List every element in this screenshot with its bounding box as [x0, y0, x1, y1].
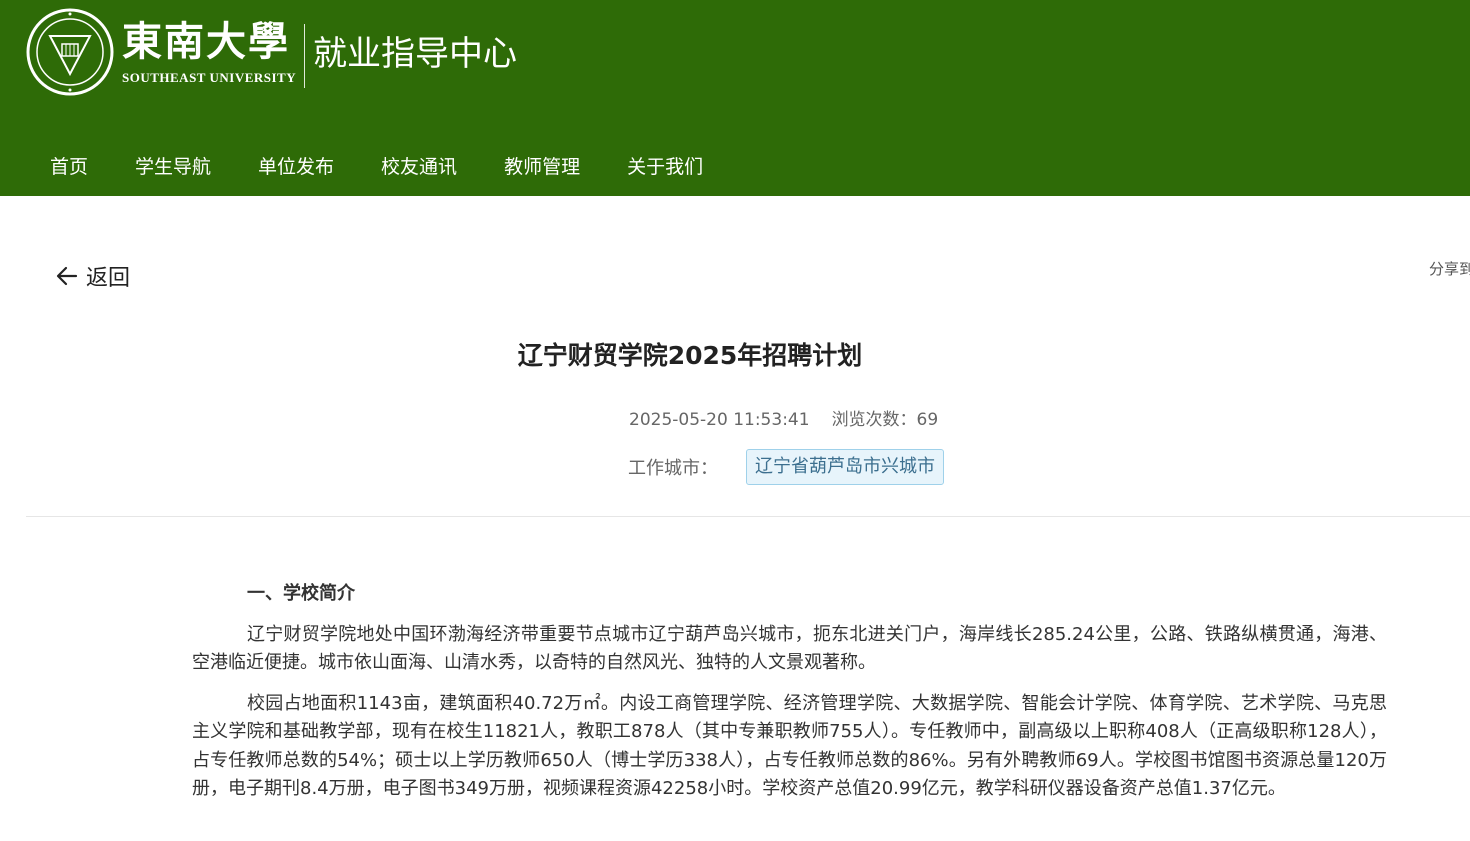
main-nav: 首页 学生导航 单位发布 校友通讯 教师管理 关于我们 — [50, 152, 750, 182]
paragraph-location: 辽宁财贸学院地处中国环渤海经济带重要节点城市辽宁葫芦岛兴城市，扼东北进关门户，海… — [192, 623, 1387, 674]
work-city-label: 工作城市： — [628, 458, 718, 479]
publish-datetime: 2025-05-20 11:53:41 — [629, 410, 810, 430]
share-to-button[interactable]: 分享到 — [1429, 258, 1470, 279]
logo-divider — [304, 24, 305, 88]
article-body: 一、学校简介 辽宁财贸学院地处中国环渤海经济带重要节点城市辽宁葫芦岛兴城市，扼东… — [192, 580, 1387, 816]
arrow-left-icon — [56, 266, 78, 286]
department-name[interactable]: 就业指导中心 — [313, 32, 517, 76]
nav-item-alumni-news[interactable]: 校友通讯 — [381, 152, 457, 182]
content-divider — [26, 516, 1470, 517]
university-seal-icon[interactable] — [26, 8, 114, 96]
work-city-row: 工作城市： 辽宁省葫芦岛市兴城市 — [628, 449, 944, 485]
paragraph-campus: 校园占地面积1143亩，建筑面积40.72万㎡。内设工商管理学院、经济管理学院、… — [192, 692, 1387, 800]
nav-item-home[interactable]: 首页 — [50, 152, 88, 182]
nav-item-teacher-admin[interactable]: 教师管理 — [504, 152, 580, 182]
article-meta: 2025-05-20 11:53:41 浏览次数：69 — [629, 405, 938, 430]
nav-item-student-guide[interactable]: 学生导航 — [135, 152, 211, 182]
work-city-tag[interactable]: 辽宁省葫芦岛市兴城市 — [746, 449, 944, 485]
section-heading: 一、学校简介 — [247, 583, 355, 604]
site-header: 東南大學 SOUTHEAST UNIVERSITY 就业指导中心 首页 学生导航… — [0, 0, 1470, 196]
view-count: 浏览次数：69 — [831, 410, 939, 430]
back-label: 返回 — [86, 266, 131, 291]
article-title: 辽宁财贸学院2025年招聘计划 — [517, 341, 863, 370]
back-button[interactable]: 返回 — [56, 260, 130, 292]
university-name-en[interactable]: SOUTHEAST UNIVERSITY — [122, 70, 296, 86]
nav-item-about-us[interactable]: 关于我们 — [627, 152, 703, 182]
nav-item-employer-post[interactable]: 单位发布 — [258, 152, 334, 182]
university-name-cn[interactable]: 東南大學 — [122, 18, 290, 66]
